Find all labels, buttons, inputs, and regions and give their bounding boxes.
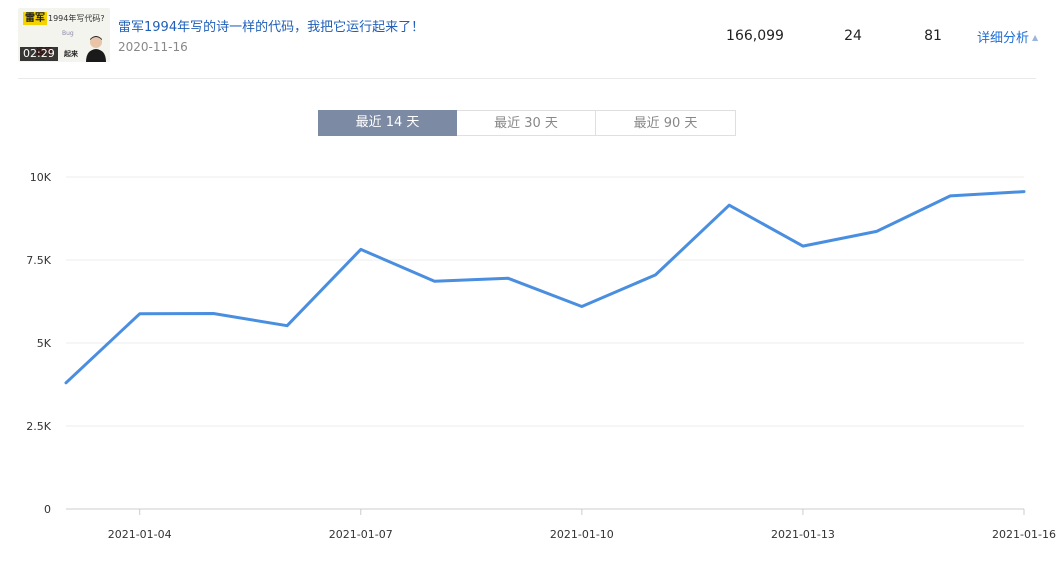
x-tick-label: 2021-01-16	[992, 528, 1056, 541]
x-tick-label: 2021-01-10	[550, 528, 614, 541]
tab-30-days[interactable]: 最近 30 天	[457, 110, 596, 136]
tab-14-days[interactable]: 最近 14 天	[318, 110, 457, 136]
row-divider	[18, 78, 1036, 79]
x-tick-label: 2021-01-04	[108, 528, 172, 541]
video-row: 雷军 1994年写代码? Bug 运行 起来 02:29 雷军1994年写的诗一…	[0, 0, 1058, 78]
series-line	[64, 190, 1026, 385]
daily-plays-chart: 0 2.5K 5K 7.5K 10K 2021-01-04 2021-01-07 2021-0…	[26, 171, 1056, 541]
caret-up-icon: ▲	[1032, 33, 1039, 42]
y-tick-label: 0	[44, 503, 51, 516]
x-tick-label: 2021-01-13	[771, 528, 835, 541]
detail-analysis-link[interactable]: 详细分析 ▲	[977, 27, 1038, 46]
presenter-image	[86, 36, 106, 62]
duration-badge: 02:29	[20, 47, 58, 61]
video-thumbnail[interactable]: 雷军 1994年写代码? Bug 运行 起来 02:29	[18, 8, 110, 62]
thumbnail-caption: 起来	[64, 50, 78, 58]
stat-value: 81	[924, 28, 942, 44]
thumbnail-tag: 雷军	[23, 12, 47, 25]
detail-analysis-label: 详细分析	[977, 31, 1030, 46]
y-tick-label: 5K	[37, 337, 52, 350]
tab-label: 最近 30 天	[494, 116, 558, 131]
y-tick-label: 2.5K	[26, 420, 51, 433]
thumbnail-caption: 1994年写代码?	[48, 14, 105, 23]
tab-label: 最近 90 天	[633, 116, 698, 131]
stat-value: 24	[844, 28, 862, 44]
thumbnail-caption: Bug	[62, 30, 74, 37]
y-tick-label: 10K	[30, 171, 52, 184]
y-tick-label: 7.5K	[26, 254, 51, 267]
publish-date: 2020-11-16	[118, 40, 188, 54]
video-title-link[interactable]: 雷军1994年写的诗一样的代码，我把它运行起来了！	[118, 16, 424, 35]
x-tick-label: 2021-01-07	[329, 528, 393, 541]
tab-label: 最近 14 天	[355, 115, 420, 130]
play-count: 166,099	[726, 28, 784, 44]
tab-90-days[interactable]: 最近 90 天	[596, 110, 736, 136]
